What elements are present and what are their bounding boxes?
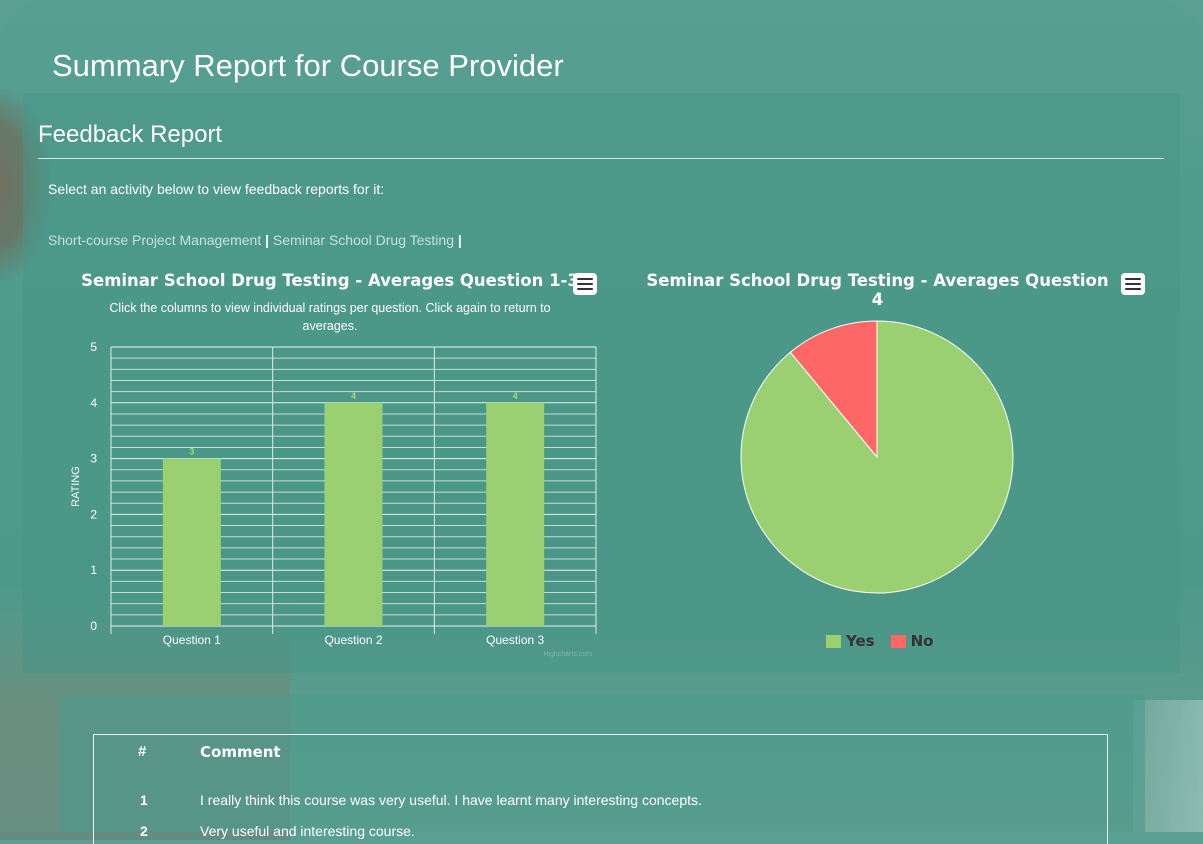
link-separator: | bbox=[457, 232, 462, 248]
comment-text: Very useful and interesting course. bbox=[200, 823, 415, 839]
y-axis-title: RATING bbox=[70, 466, 82, 507]
link-separator: | bbox=[265, 232, 270, 248]
x-tick-label: Question 2 bbox=[324, 633, 382, 647]
comment-text: I really think this course was very usef… bbox=[200, 792, 702, 808]
bar-data-label: 4 bbox=[351, 391, 356, 401]
activity-link-project-management[interactable]: Short-course Project Management bbox=[48, 232, 261, 248]
bar-question-3[interactable] bbox=[486, 402, 545, 626]
bar-chart-subtitle-line1: Click the columns to view individual rat… bbox=[109, 301, 551, 315]
legend-label-no: No bbox=[910, 632, 934, 650]
legend-swatch-yes bbox=[826, 634, 841, 648]
page-title: Summary Report for Course Provider bbox=[52, 48, 564, 83]
y-tick-label: 0 bbox=[90, 619, 97, 633]
bar-chart: 0 1 2 3 4 5 RATING 3 Question 1 4 Question 2 4 Quest… bbox=[70, 340, 597, 658]
activity-links: Short-course Project Management | Semina… bbox=[48, 232, 462, 248]
legend-item-yes[interactable]: Yes bbox=[826, 632, 875, 650]
chart-credit[interactable]: Highcharts.com bbox=[543, 651, 592, 658]
pie-chart-title: Seminar School Drug Testing - Averages Q… bbox=[646, 271, 1109, 309]
bar-chart-title: Seminar School Drug Testing - Averages Q… bbox=[81, 271, 579, 290]
pie-chart-menu-icon[interactable] bbox=[1121, 273, 1145, 295]
bar-data-label: 3 bbox=[189, 447, 194, 457]
y-tick-label: 5 bbox=[90, 340, 97, 354]
pie-chart bbox=[740, 320, 1014, 594]
legend-item-no[interactable]: No bbox=[890, 632, 934, 650]
section-title: Feedback Report bbox=[38, 121, 223, 148]
comment-number: 2 bbox=[140, 823, 148, 839]
bar-chart-subtitle-line2: averages. bbox=[302, 319, 358, 333]
divider bbox=[38, 158, 1164, 159]
comment-number: 1 bbox=[140, 792, 148, 808]
bar-chart-menu-icon[interactable] bbox=[573, 273, 597, 295]
comments-header-comment: Comment bbox=[200, 743, 281, 761]
y-tick-label: 3 bbox=[90, 452, 97, 466]
bar-question-1[interactable] bbox=[162, 458, 221, 626]
y-tick-label: 4 bbox=[90, 396, 97, 410]
bar-data-label: 4 bbox=[513, 391, 518, 401]
pie-legend: Yes No bbox=[826, 632, 933, 650]
legend-swatch-no bbox=[890, 634, 906, 648]
x-tick-label: Question 1 bbox=[163, 633, 221, 647]
y-tick-label: 1 bbox=[90, 563, 97, 577]
legend-label-yes: Yes bbox=[846, 632, 875, 650]
intro-text: Select an activity below to view feedbac… bbox=[48, 181, 385, 197]
comments-header-number: # bbox=[138, 743, 147, 760]
y-tick-label: 2 bbox=[90, 507, 97, 521]
bar-question-2[interactable] bbox=[324, 402, 383, 626]
bar-chart-subtitle: Click the columns to view individual rat… bbox=[80, 299, 580, 335]
x-tick-label: Question 3 bbox=[486, 633, 544, 647]
activity-link-drug-testing[interactable]: Seminar School Drug Testing bbox=[273, 232, 454, 248]
